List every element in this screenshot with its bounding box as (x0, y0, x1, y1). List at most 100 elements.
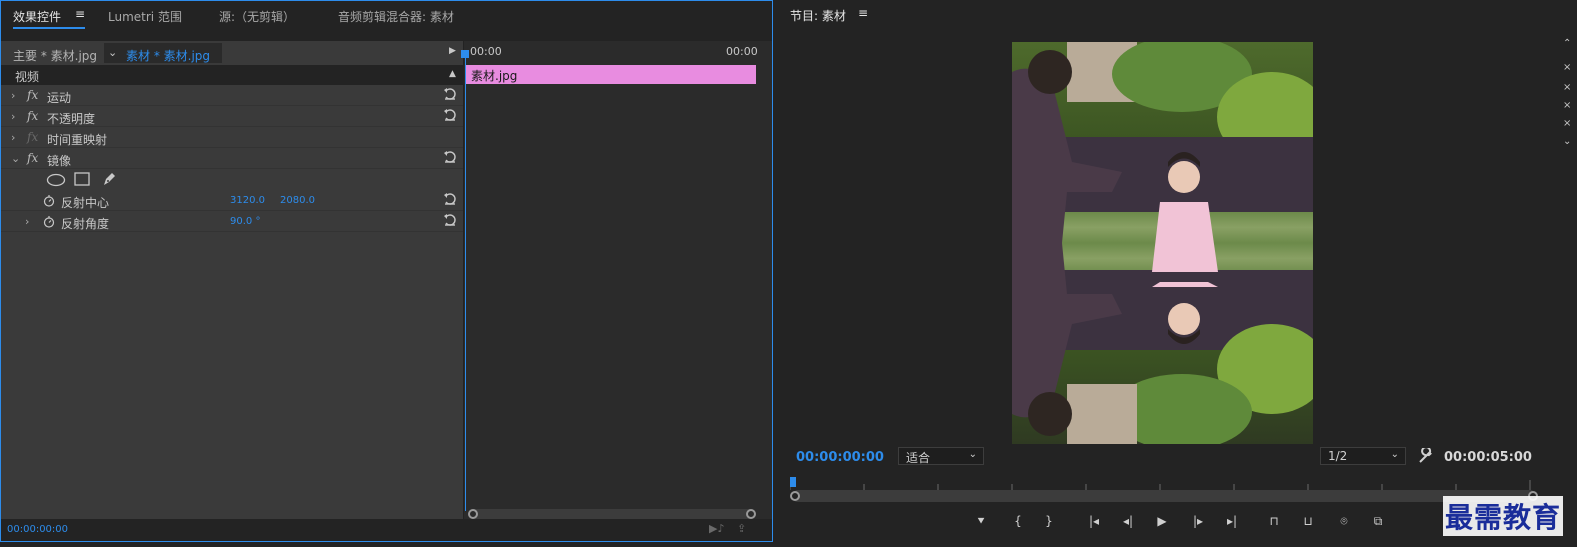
right-edge-panel-strip: ⌃ × × × × ⌄ (1557, 0, 1577, 547)
video-section-label: 视频 (15, 70, 40, 84)
reset-icon[interactable] (443, 87, 457, 101)
reset-icon[interactable] (443, 150, 457, 164)
ruler-end-time: 00:00 (726, 45, 758, 58)
fx-icon[interactable]: fx (27, 109, 38, 123)
chevron-down-icon: ⌄ (968, 449, 977, 460)
zoom-level-dropdown[interactable]: 适合 ⌄ (898, 447, 984, 465)
program-monitor-panel: 节目: 素材 ≡ 00:00:00:00 适合 ⌄ 1/2 ⌄ 00:00:05… (778, 0, 1555, 542)
reset-icon[interactable] (443, 213, 457, 227)
param-row-reflection-center[interactable]: 反射中心 3120.0 2080.0 (1, 190, 463, 211)
playhead-line[interactable] (465, 51, 466, 511)
close-icon[interactable]: × (1563, 82, 1571, 93)
tab-audio-clip-mixer[interactable]: 音频剪辑混合器: 素材 (338, 8, 454, 25)
sequence-header: 主要 * 素材.jpg ⌄ 素材 * 素材.jpg ▶ (1, 41, 463, 65)
effect-controls-footer: 00:00:00:00 ▶♪ ⇪ (1, 519, 772, 541)
tab-source[interactable]: 源:（无剪辑） (219, 8, 295, 25)
go-to-in-icon[interactable]: |◂ (1084, 514, 1104, 530)
param-label: 反射角度 (61, 217, 110, 231)
reflection-angle-value[interactable]: 90.0 ° (230, 216, 260, 227)
effect-label: 镜像 (47, 154, 72, 168)
close-icon[interactable]: × (1563, 62, 1571, 73)
effect-list: 主要 * 素材.jpg ⌄ 素材 * 素材.jpg ▶ 视频 ▲ › fx 运动… (1, 41, 463, 519)
chevron-down-icon[interactable]: ⌄ (11, 152, 20, 165)
stopwatch-icon[interactable] (43, 215, 55, 228)
footer-timecode[interactable]: 00:00:00:00 (7, 524, 68, 535)
video-section-header[interactable]: 视频 ▲ (1, 65, 463, 85)
time-ruler[interactable] (790, 478, 1542, 490)
comparison-view-icon[interactable]: ⧉ (1368, 514, 1388, 530)
program-menu-icon[interactable]: ≡ (858, 6, 868, 20)
close-icon[interactable]: × (1563, 100, 1571, 111)
timeline-ruler[interactable]: 00:00 00:00 (464, 41, 772, 63)
play-triangle-icon[interactable]: ▶ (449, 46, 456, 56)
program-view: 00:00:00:00 适合 ⌄ 1/2 ⌄ 00:00:05:00 ⯆ {}… (778, 30, 1555, 540)
effect-row-time-remapping[interactable]: › fx 时间重映射 (1, 127, 463, 148)
tab-lumetri-scopes[interactable]: Lumetri 范围 (108, 8, 182, 25)
chevron-right-icon[interactable]: › (11, 89, 15, 102)
zoom-level-value: 适合 (906, 451, 931, 465)
tab-program-monitor[interactable]: 节目: 素材 (790, 7, 846, 24)
chevron-right-icon[interactable]: › (11, 131, 15, 144)
zoom-scrollbar[interactable] (790, 490, 1538, 502)
export-frame-camera-icon[interactable]: ⌾ (1334, 514, 1354, 530)
playback-resolution-value: 1/2 (1328, 449, 1348, 463)
chevron-right-icon[interactable]: › (11, 110, 15, 123)
left-tab-bar: 效果控件 ≡ Lumetri 范围 源:（无剪辑） 音频剪辑混合器: 素材 (1, 1, 772, 31)
timeline-zoom-scrollbar[interactable] (468, 509, 756, 519)
program-playhead[interactable] (790, 477, 796, 487)
chevron-down-icon: ⌄ (1390, 449, 1399, 460)
tab-effect-controls[interactable]: 效果控件 (13, 8, 61, 25)
effect-controls-body: 主要 * 素材.jpg ⌄ 素材 * 素材.jpg ▶ 视频 ▲ › fx 运动… (1, 41, 772, 519)
playback-resolution-dropdown[interactable]: 1/2 ⌄ (1320, 447, 1406, 465)
mark-out-icon[interactable]: } (1039, 514, 1059, 530)
zoom-handle-left[interactable] (468, 509, 478, 519)
collapse-up-icon[interactable]: ▲ (449, 69, 456, 79)
chevron-right-icon[interactable]: › (25, 215, 29, 228)
effect-row-mirror[interactable]: ⌄ fx 镜像 (1, 148, 463, 169)
mark-in-icon[interactable]: { (1008, 514, 1028, 530)
fx-icon[interactable]: fx (27, 151, 38, 165)
reflection-center-x[interactable]: 3120.0 (230, 195, 265, 206)
pen-mask-icon[interactable] (101, 171, 117, 187)
go-to-out-icon[interactable]: ▸| (1222, 514, 1242, 530)
param-row-reflection-angle[interactable]: › 反射角度 90.0 ° (1, 211, 463, 232)
fx-icon[interactable]: fx (27, 88, 38, 102)
stopwatch-icon[interactable] (43, 194, 55, 207)
watermark-logo: 最需教育 (1443, 496, 1564, 536)
chevron-down-icon[interactable]: ⌄ (1563, 136, 1571, 147)
overwrite-icon[interactable]: ⊔ (1298, 514, 1318, 530)
step-forward-icon[interactable]: |▸ (1188, 514, 1208, 530)
master-clip-label[interactable]: 主要 * 素材.jpg (13, 47, 97, 64)
rectangle-mask-icon[interactable] (74, 172, 90, 187)
playhead-handle[interactable] (461, 50, 469, 58)
chevron-down-icon: ⌄ (108, 46, 118, 59)
active-tab-indicator (13, 27, 85, 29)
add-marker-icon[interactable]: ⯆ (971, 514, 991, 530)
clip-selector[interactable]: ⌄ 素材 * 素材.jpg (104, 43, 222, 63)
playhead-timecode[interactable]: 00:00:00:00 (796, 450, 884, 465)
timeline-clip[interactable]: 素材.jpg (466, 65, 756, 84)
solo-audio-icon[interactable]: ▶♪ (709, 522, 724, 535)
effect-label: 不透明度 (47, 112, 96, 126)
wrench-icon[interactable] (1418, 448, 1434, 464)
video-frame[interactable] (1012, 42, 1313, 444)
insert-icon[interactable]: ⊓ (1264, 514, 1284, 530)
clip-selector-label: 素材 * 素材.jpg (126, 49, 211, 63)
close-icon[interactable]: × (1563, 118, 1571, 129)
step-back-icon[interactable]: ◂| (1118, 514, 1138, 530)
reset-icon[interactable] (443, 108, 457, 122)
reflection-center-y[interactable]: 2080.0 (280, 195, 315, 206)
effect-row-motion[interactable]: › fx 运动 (1, 85, 463, 106)
effect-row-opacity[interactable]: › fx 不透明度 (1, 106, 463, 127)
ellipse-mask-icon[interactable] (46, 173, 66, 187)
effect-controls-panel: 效果控件 ≡ Lumetri 范围 源:（无剪辑） 音频剪辑混合器: 素材 主要… (0, 0, 773, 542)
export-icon[interactable]: ⇪ (737, 522, 746, 535)
play-icon[interactable]: ▶ (1152, 514, 1172, 530)
zoom-handle-left[interactable] (790, 491, 800, 501)
sequence-duration: 00:00:05:00 (1444, 450, 1532, 465)
reset-icon[interactable] (443, 192, 457, 206)
tab-menu-icon[interactable]: ≡ (75, 7, 85, 21)
effect-label: 运动 (47, 91, 72, 105)
zoom-handle-right[interactable] (746, 509, 756, 519)
panel-tab-icon[interactable]: ⌃ (1563, 38, 1571, 49)
